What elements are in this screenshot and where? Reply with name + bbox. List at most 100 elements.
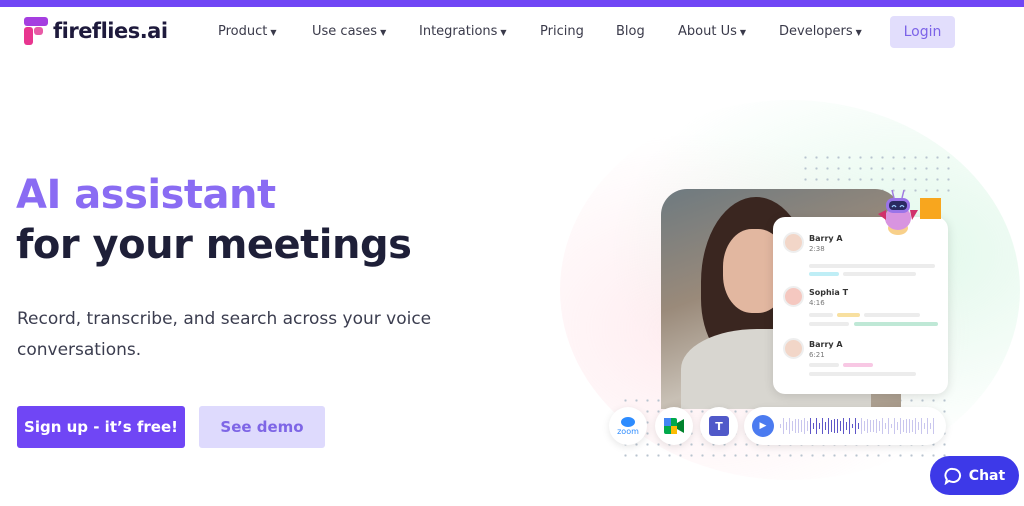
nav-label: Integrations bbox=[419, 24, 498, 39]
waveform-bar bbox=[864, 421, 865, 431]
caret-down-icon: ▼ bbox=[739, 28, 747, 37]
waveform-bar bbox=[891, 423, 892, 429]
nav-product[interactable]: Product ▼ bbox=[218, 24, 277, 39]
waveform-bar bbox=[843, 418, 844, 434]
waveform-bar bbox=[801, 419, 802, 433]
fireflies-logo-icon bbox=[24, 17, 48, 45]
speaker-time: 2:38 bbox=[809, 245, 825, 253]
waveform-bar bbox=[786, 422, 787, 430]
waveform-bar bbox=[873, 419, 874, 433]
speaker-time: 4:16 bbox=[809, 299, 825, 307]
zoom-label: zoom bbox=[617, 426, 639, 436]
waveform-bar bbox=[915, 418, 916, 434]
text-line bbox=[809, 372, 916, 376]
waveform-bar bbox=[810, 417, 811, 435]
microsoft-teams-icon[interactable]: T bbox=[700, 407, 738, 445]
waveform-bar bbox=[876, 418, 877, 434]
waveform-bar bbox=[867, 418, 868, 434]
waveform-bar bbox=[813, 423, 814, 429]
text-line bbox=[854, 322, 938, 326]
text-line bbox=[809, 322, 849, 326]
waveform-bar bbox=[900, 418, 901, 434]
waveform-bar bbox=[828, 418, 829, 434]
waveform-bar bbox=[861, 417, 862, 435]
nav-label: Use cases bbox=[312, 24, 378, 39]
caret-down-icon: ▼ bbox=[855, 28, 862, 37]
waveform-bar bbox=[885, 422, 886, 430]
hero-subtitle: Record, transcribe, and search across yo… bbox=[17, 309, 432, 360]
hero-title-line2: for your meetings bbox=[16, 222, 412, 268]
waveform-bar bbox=[906, 419, 907, 433]
nav-label: Product bbox=[218, 24, 268, 39]
waveform-bar bbox=[927, 417, 928, 435]
waveform-bar bbox=[879, 421, 880, 431]
teams-logo: T bbox=[709, 416, 729, 436]
nav-blog[interactable]: Blog bbox=[616, 24, 645, 39]
logo-text: fireflies.ai bbox=[53, 19, 168, 43]
waveform-bar bbox=[798, 419, 799, 433]
waveform-bar bbox=[930, 422, 931, 430]
top-accent-bar bbox=[0, 0, 1024, 7]
waveform-bar bbox=[849, 417, 850, 435]
text-line bbox=[843, 363, 873, 367]
nav-pricing[interactable]: Pricing bbox=[540, 24, 584, 39]
login-button[interactable]: Login bbox=[890, 16, 955, 48]
waveform-bar bbox=[888, 417, 889, 435]
text-line bbox=[837, 313, 860, 317]
logo[interactable]: fireflies.ai bbox=[24, 17, 168, 45]
caret-down-icon: ▼ bbox=[500, 28, 507, 37]
avatar bbox=[783, 232, 804, 253]
speaker-name: Barry A bbox=[809, 234, 843, 243]
waveform-bar bbox=[807, 421, 808, 431]
waveform-bar bbox=[855, 417, 856, 435]
text-line bbox=[864, 313, 920, 317]
waveform-bar bbox=[858, 422, 859, 430]
waveform-bar bbox=[852, 423, 853, 429]
avatar bbox=[783, 338, 804, 359]
waveform-bar bbox=[804, 418, 805, 434]
waveform-bar bbox=[870, 419, 871, 433]
text-line bbox=[809, 272, 839, 276]
nav-integrations[interactable]: Integrations ▼ bbox=[419, 24, 507, 39]
orange-square-decoration bbox=[920, 198, 941, 219]
see-demo-button[interactable]: See demo bbox=[199, 406, 325, 448]
speaker-name: Sophia T bbox=[809, 288, 849, 297]
nav-use-cases[interactable]: Use cases ▼ bbox=[312, 24, 386, 39]
avatar bbox=[783, 286, 804, 307]
nav-label: Developers bbox=[779, 24, 853, 39]
audio-player[interactable]: ▶ bbox=[744, 407, 946, 445]
waveform-bar bbox=[909, 419, 910, 433]
hero-title-line1: AI assistant bbox=[16, 172, 276, 218]
waveform-bar bbox=[831, 420, 832, 432]
waveform-bar bbox=[819, 423, 820, 429]
speaker-time: 6:21 bbox=[809, 351, 825, 359]
caret-down-icon: ▼ bbox=[380, 28, 387, 37]
waveform-bar bbox=[933, 417, 934, 435]
waveform-bar bbox=[816, 417, 817, 435]
waveform-bar bbox=[897, 421, 898, 431]
text-line bbox=[809, 313, 833, 317]
nav-label: About Us bbox=[678, 24, 737, 39]
transcript-card: Barry A 2:38 Sophia T 4:16 Barry A 6:21 bbox=[773, 217, 948, 394]
waveform-bar bbox=[834, 419, 835, 433]
waveform-bar bbox=[822, 417, 823, 435]
signup-button[interactable]: Sign up - it’s free! bbox=[17, 406, 185, 448]
nav-about-us[interactable]: About Us ▼ bbox=[678, 24, 746, 39]
play-icon[interactable]: ▶ bbox=[752, 415, 774, 437]
nav-label: Pricing bbox=[540, 24, 584, 39]
waveform-bar bbox=[783, 417, 784, 435]
text-line bbox=[809, 363, 839, 367]
nav-label: Blog bbox=[616, 24, 645, 39]
waveform-bar bbox=[921, 417, 922, 435]
zoom-icon[interactable]: zoom bbox=[609, 407, 647, 445]
waveform-bar bbox=[825, 421, 826, 431]
waveform-bar bbox=[918, 421, 919, 431]
audio-waveform[interactable] bbox=[780, 417, 940, 435]
chat-button[interactable]: Chat bbox=[930, 456, 1019, 495]
waveform-bar bbox=[840, 420, 841, 432]
nav-developers[interactable]: Developers ▼ bbox=[779, 24, 862, 39]
waveform-bar bbox=[912, 420, 913, 432]
google-meet-icon[interactable] bbox=[655, 407, 693, 445]
google-meet-logo bbox=[664, 418, 684, 434]
waveform-bar bbox=[795, 418, 796, 434]
